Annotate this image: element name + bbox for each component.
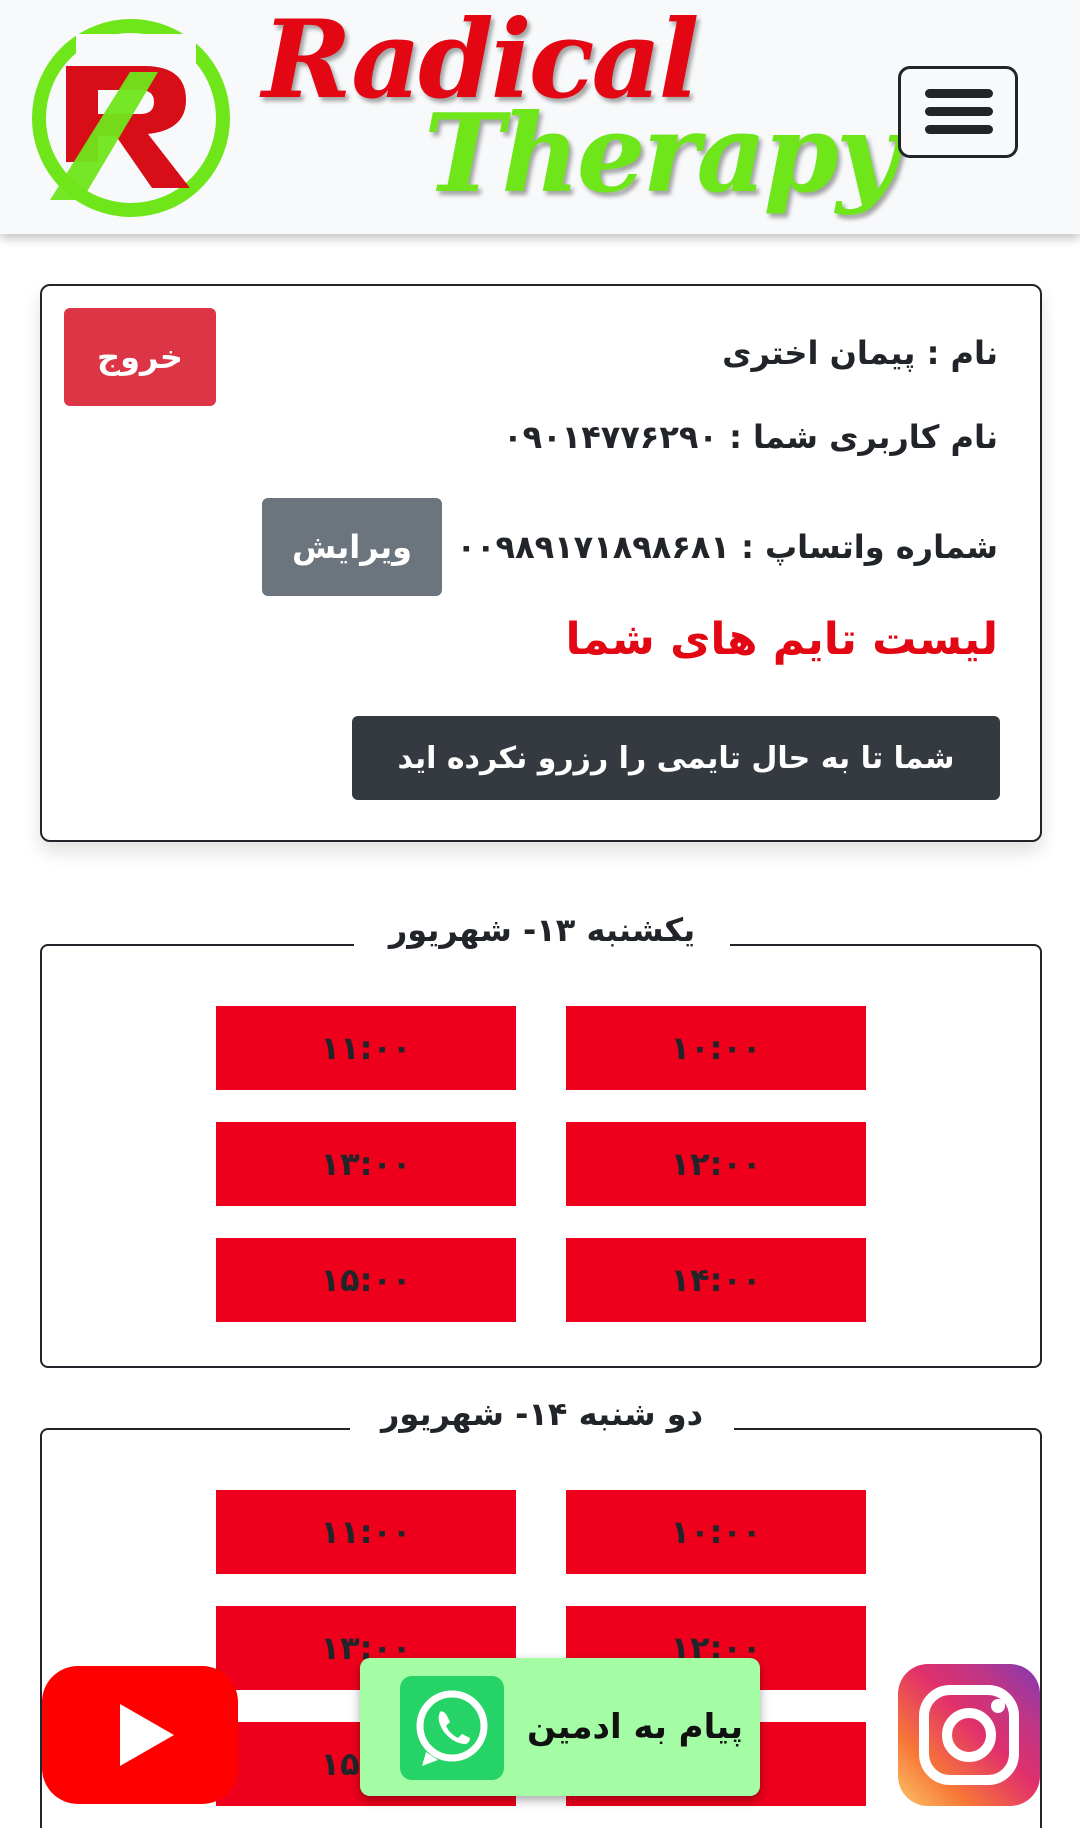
username: نام کاربری شما : ۰۹۰۱۴۷۷۶۲۹۰ (503, 418, 998, 456)
time-slot[interactable]: ۱۱:۰۰ (216, 1490, 516, 1574)
day-fieldset: یکشنبه ۱۳- شهریور ۱۰:۰۰ ۱۱:۰۰ ۱۲:۰۰ ۱۳:۰… (40, 908, 1042, 1368)
hamburger-menu-button[interactable] (898, 66, 1018, 158)
logout-button[interactable]: خروج (64, 308, 216, 406)
time-slot[interactable]: ۱۲:۰۰ (566, 1122, 866, 1206)
whatsapp-admin-label: پیام به ادمین (526, 1707, 744, 1747)
user-name: نام : پیمان اختری (722, 334, 998, 372)
time-slot[interactable]: ۱۰:۰۰ (566, 1006, 866, 1090)
edit-button[interactable]: ویرایش (262, 498, 442, 596)
instagram-link[interactable] (898, 1664, 1040, 1806)
day-title: دو شنبه ۱۴- شهریور (350, 1392, 734, 1436)
whatsapp-number: شماره واتساپ : ۰۰۹۸۹۱۷۱۸۹۸۶۸۱ (456, 528, 998, 566)
whatsapp-icon (400, 1676, 504, 1780)
instagram-icon (919, 1685, 1019, 1785)
youtube-link[interactable] (42, 1666, 238, 1804)
hamburger-icon (925, 89, 993, 98)
no-reservation-alert: شما تا به حال تایمی را رزرو نکرده اید (352, 716, 1000, 800)
brand-title-therapy: Therapy (424, 91, 899, 217)
time-slot[interactable]: ۱۰:۰۰ (566, 1490, 866, 1574)
time-slot[interactable]: ۱۵:۰۰ (216, 1238, 516, 1322)
site-header: Radical Therapy (0, 0, 1080, 234)
time-slot[interactable]: ۱۴:۰۰ (566, 1238, 866, 1322)
my-times-title: لیست تایم های شما (565, 614, 998, 665)
whatsapp-admin-button[interactable]: پیام به ادمین (360, 1658, 760, 1796)
radical-therapy-logo[interactable] (20, 12, 238, 224)
youtube-icon (120, 1704, 174, 1766)
time-slot[interactable]: ۱۳:۰۰ (216, 1122, 516, 1206)
profile-card: نام : پیمان اختری نام کاربری شما : ۰۹۰۱۴… (40, 284, 1042, 842)
day-title: یکشنبه ۱۳- شهریور (354, 908, 730, 952)
time-slot[interactable]: ۱۱:۰۰ (216, 1006, 516, 1090)
